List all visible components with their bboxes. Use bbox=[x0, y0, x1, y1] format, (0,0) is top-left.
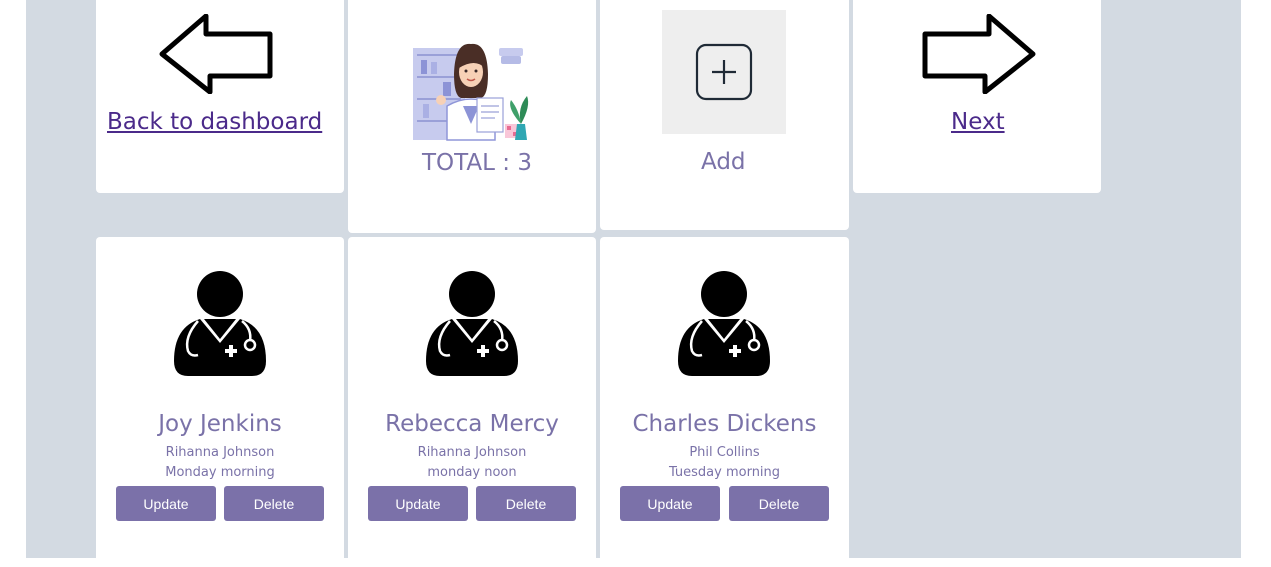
doctor-assistant: Rihanna Johnson bbox=[165, 445, 275, 460]
update-button[interactable]: Update bbox=[116, 486, 216, 521]
add-label: Add bbox=[701, 149, 746, 175]
doctor-icon bbox=[174, 271, 266, 376]
delete-button[interactable]: Delete bbox=[476, 486, 576, 521]
back-arrow-icon[interactable] bbox=[158, 14, 278, 94]
total-count: TOTAL : 3 bbox=[422, 150, 532, 176]
doctor-icon bbox=[426, 271, 518, 376]
next-link[interactable]: Next bbox=[951, 109, 1005, 135]
content-panel: Back to dashboard TOTAL: 3 Add Next Joy… bbox=[26, 0, 1241, 567]
doctor-icon bbox=[678, 271, 770, 376]
doctor-assistant: Phil Collins bbox=[689, 445, 760, 460]
update-button[interactable]: Update bbox=[620, 486, 720, 521]
add-button[interactable] bbox=[662, 10, 786, 134]
doctor-name: Charles Dickens bbox=[632, 411, 817, 437]
delete-button[interactable]: Delete bbox=[729, 486, 829, 521]
doctor-card: Joy Jenkins Rihanna Johnson Monday morni… bbox=[96, 237, 344, 567]
doctor-name: Rebecca Mercy bbox=[385, 411, 559, 437]
next-arrow-icon[interactable] bbox=[917, 14, 1037, 94]
doctor-schedule: monday noon bbox=[427, 465, 517, 480]
back-card: Back to dashboard bbox=[96, 0, 344, 193]
next-card: Next bbox=[853, 0, 1101, 193]
add-icon bbox=[695, 43, 753, 101]
doctor-assistant: Rihanna Johnson bbox=[417, 445, 527, 460]
update-button[interactable]: Update bbox=[368, 486, 468, 521]
total-card: TOTAL : 3 bbox=[348, 0, 596, 233]
doctor-schedule: Monday morning bbox=[165, 465, 275, 480]
doctor-card: Charles Dickens Phil Collins Tuesday mor… bbox=[600, 237, 849, 567]
doctor-schedule: Tuesday morning bbox=[668, 465, 781, 480]
doctor-illustration bbox=[413, 43, 529, 141]
add-card: Add bbox=[600, 0, 849, 230]
back-to-dashboard-link[interactable]: Back to dashboard bbox=[107, 109, 322, 135]
doctor-name: Joy Jenkins bbox=[158, 411, 282, 437]
doctor-card: Rebecca Mercy Rihanna Johnson monday noo… bbox=[348, 237, 596, 567]
delete-button[interactable]: Delete bbox=[224, 486, 324, 521]
